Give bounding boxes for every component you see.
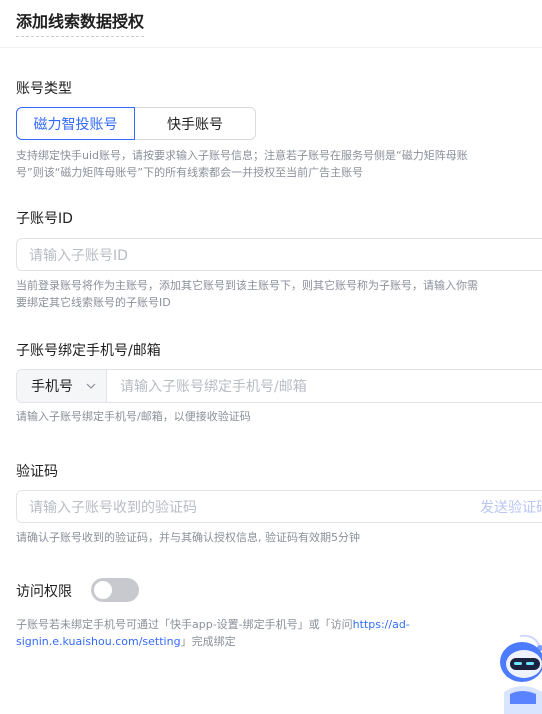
verify-label: 验证码 (16, 464, 58, 480)
contact-field: 手机号 请输入子账号绑定手机号/邮箱 (16, 369, 542, 403)
account-type-segmented: 磁力智投账号 快手账号 (16, 107, 256, 140)
access-label: 访问权限 (16, 584, 72, 600)
account-type-option-cili[interactable]: 磁力智投账号 (16, 107, 135, 140)
contact-type-value: 手机号 (31, 379, 73, 395)
account-type-hint-2: 号”则该“磁力矩阵母账号”下的所有线索都会一并授权至当前广告主账号 (16, 166, 364, 179)
contact-type-select[interactable]: 手机号 (17, 370, 107, 402)
send-code-button[interactable]: 发送验证码 (480, 497, 542, 517)
access-note-1: 子账号若未绑定手机号可通过「快手app-设置-绑定手机号」或「访问https:/… (16, 616, 410, 633)
access-note-prefix: 子账号若未绑定手机号可通过「快手app-设置-绑定手机号」或「访问 (16, 618, 353, 631)
chevron-down-icon (85, 380, 97, 392)
sub-account-hint-2: 要绑定其它线索账号的子账号ID (16, 296, 171, 309)
access-note-2: signin.e.kuaishou.com/setting」完成绑定 (16, 633, 236, 650)
verify-placeholder: 请输入子账号收到的验证码 (29, 499, 197, 516)
page-title: 添加线索数据授权 (16, 8, 145, 37)
contact-label: 子账号绑定手机号/邮箱 (16, 343, 161, 359)
settings-link[interactable]: https://ad- (353, 618, 410, 631)
account-type-hint-1: 支持绑定快手uid账号，请按要求输入子账号信息；注意若子账号在服务号侧是“磁力矩… (16, 149, 468, 162)
contact-hint: 请输入子账号绑定手机号/邮箱，以便接收验证码 (16, 410, 251, 423)
header-bar: 添加线索数据授权 (0, 0, 542, 48)
toggle-knob (94, 581, 112, 599)
account-type-option-kuaishou[interactable]: 快手账号 (135, 107, 256, 140)
sub-account-label: 子账号ID (16, 211, 73, 227)
account-type-label: 账号类型 (16, 81, 72, 97)
sub-account-hint-1: 当前登录账号将作为主账号，添加其它账号到该主账号下，则其它账号称为子账号，请输入… (16, 279, 478, 292)
verify-input[interactable]: 请输入子账号收到的验证码 发送验证码 (16, 490, 542, 523)
verify-hint: 请确认子账号收到的验证码，并与其确认授权信息, 验证码有效期5分钟 (16, 531, 360, 544)
sub-account-placeholder: 请输入子账号ID (29, 247, 128, 264)
access-toggle[interactable] (91, 578, 139, 602)
settings-link-continued[interactable]: signin.e.kuaishou.com/setting (16, 635, 181, 648)
robot-assistant-icon[interactable] (496, 632, 542, 714)
access-note-suffix: 」完成绑定 (180, 635, 236, 648)
contact-input[interactable]: 请输入子账号绑定手机号/邮箱 (107, 376, 307, 396)
sub-account-input[interactable]: 请输入子账号ID (16, 238, 542, 271)
